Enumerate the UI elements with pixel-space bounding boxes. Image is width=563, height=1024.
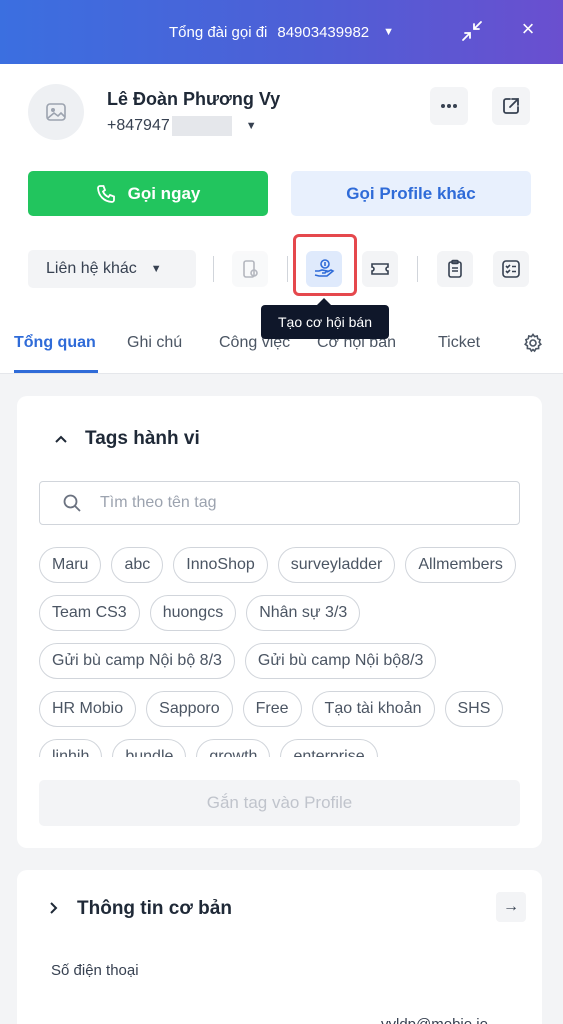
clipboard-button[interactable] — [437, 251, 473, 287]
ticket-button[interactable] — [362, 251, 398, 287]
tag-list: Maru abc InnoShop surveyladder Allmember… — [39, 547, 520, 757]
highlight-frame — [293, 234, 357, 296]
tag-chip[interactable]: Free — [242, 691, 302, 727]
header-title-label: Tổng đài gọi đi — [168, 23, 268, 41]
tab-ticket[interactable]: Ticket — [438, 334, 480, 352]
more-icon — [441, 104, 457, 108]
tag-chip[interactable]: bundle — [112, 739, 187, 757]
search-icon — [63, 494, 81, 512]
divider — [417, 256, 418, 282]
call-header: Tổng đài gọi đi 84903439982 ▼ × — [0, 0, 563, 64]
call-other-profile-button[interactable]: Gọi Profile khác — [291, 171, 531, 216]
checklist-icon — [502, 260, 520, 278]
close-icon[interactable]: × — [517, 18, 539, 40]
other-contact-label: Liên hệ khác — [46, 260, 137, 277]
chevron-down-icon: ▼ — [150, 263, 162, 275]
avatar — [28, 84, 84, 140]
external-link-icon — [503, 98, 519, 114]
clipboard-icon — [448, 259, 462, 278]
email-value: vyldp@mobio.io — [381, 1016, 488, 1024]
tag-chip[interactable]: Nhân sự 3/3 — [246, 595, 361, 631]
ticket-icon — [371, 263, 389, 275]
minimize-icon[interactable] — [461, 20, 483, 42]
tag-chip[interactable]: enterprise — [280, 739, 378, 757]
tab-notes[interactable]: Ghi chú — [127, 334, 182, 352]
contact-phone[interactable]: +847947 ▼ — [107, 116, 257, 136]
tag-chip[interactable]: abc — [111, 547, 164, 583]
tag-chip[interactable]: Gửi bù camp Nội bộ 8/3 — [39, 643, 235, 679]
chevron-down-icon[interactable]: ▼ — [383, 26, 394, 38]
tags-section-header[interactable]: Tags hành vi — [51, 428, 200, 450]
other-contact-dropdown[interactable]: Liên hệ khác ▼ — [28, 250, 196, 288]
tag-chip[interactable]: surveyladder — [277, 547, 396, 583]
checklist-button[interactable] — [493, 251, 529, 287]
basic-info-title: Thông tin cơ bản — [77, 898, 232, 919]
chevron-down-icon[interactable]: ▼ — [246, 120, 257, 132]
chevron-up-icon[interactable] — [51, 431, 71, 447]
tag-chip[interactable]: Sapporo — [146, 691, 233, 727]
tag-chip[interactable]: HR Mobio — [39, 691, 137, 727]
divider — [287, 256, 288, 282]
header-title: Tổng đài gọi đi 84903439982 ▼ — [169, 24, 394, 41]
gear-icon[interactable] — [523, 333, 543, 353]
arrow-right-icon[interactable]: → — [496, 892, 526, 922]
tag-chip[interactable]: SHS — [444, 691, 504, 727]
tab-overview[interactable]: Tổng quan — [14, 334, 96, 352]
tags-card: Tags hành vi Maru abc InnoShop surveylad… — [17, 396, 542, 848]
contact-name: Lê Đoàn Phương Vy — [107, 89, 281, 109]
more-options-button[interactable] — [430, 87, 468, 125]
tag-chip[interactable]: linhih — [39, 739, 103, 757]
tag-chip[interactable]: Gửi bù camp Nội bộ8/3 — [244, 643, 437, 679]
tag-chip[interactable]: huongcs — [149, 595, 237, 631]
contact-panel: Lê Đoàn Phương Vy +847947 ▼ Gọi ngay Gọi… — [0, 64, 563, 374]
call-now-label: Gọi ngay — [127, 183, 201, 203]
outbound-number[interactable]: 84903439982 — [277, 24, 369, 41]
phone-field-label: Số điện thoại — [51, 962, 139, 979]
tag-chip[interactable]: Maru — [39, 547, 102, 583]
basic-info-header[interactable]: Thông tin cơ bản — [43, 898, 232, 920]
tooltip: Tạo cơ hội bán — [261, 298, 389, 339]
active-tab-indicator — [14, 370, 98, 373]
image-placeholder-icon — [46, 103, 66, 121]
phone-settings-icon — [243, 260, 258, 278]
open-external-button[interactable] — [492, 87, 530, 125]
chevron-right-icon[interactable] — [43, 901, 63, 918]
phone-transfer-button[interactable] — [232, 251, 268, 287]
attach-tag-button[interactable]: Gắn tag vào Profile — [39, 780, 520, 826]
tag-chip[interactable]: InnoShop — [173, 547, 268, 583]
tag-chip[interactable]: Allmembers — [405, 547, 516, 583]
tag-search-input[interactable] — [100, 494, 480, 512]
divider — [213, 256, 214, 282]
contact-phone-number: +847947 — [107, 117, 170, 134]
tag-search-field[interactable] — [39, 481, 520, 525]
tags-section-title: Tags hành vi — [85, 428, 200, 449]
tag-chip[interactable]: Team CS3 — [39, 595, 140, 631]
phone-mask — [171, 116, 232, 136]
basic-info-card: Thông tin cơ bản → Số điện thoại vyldp@m… — [17, 870, 542, 1024]
call-now-button[interactable]: Gọi ngay — [28, 171, 268, 216]
tag-chip[interactable]: Tạo tài khoản — [311, 691, 435, 727]
tag-chip[interactable]: growth — [196, 739, 271, 757]
phone-icon — [96, 184, 115, 203]
